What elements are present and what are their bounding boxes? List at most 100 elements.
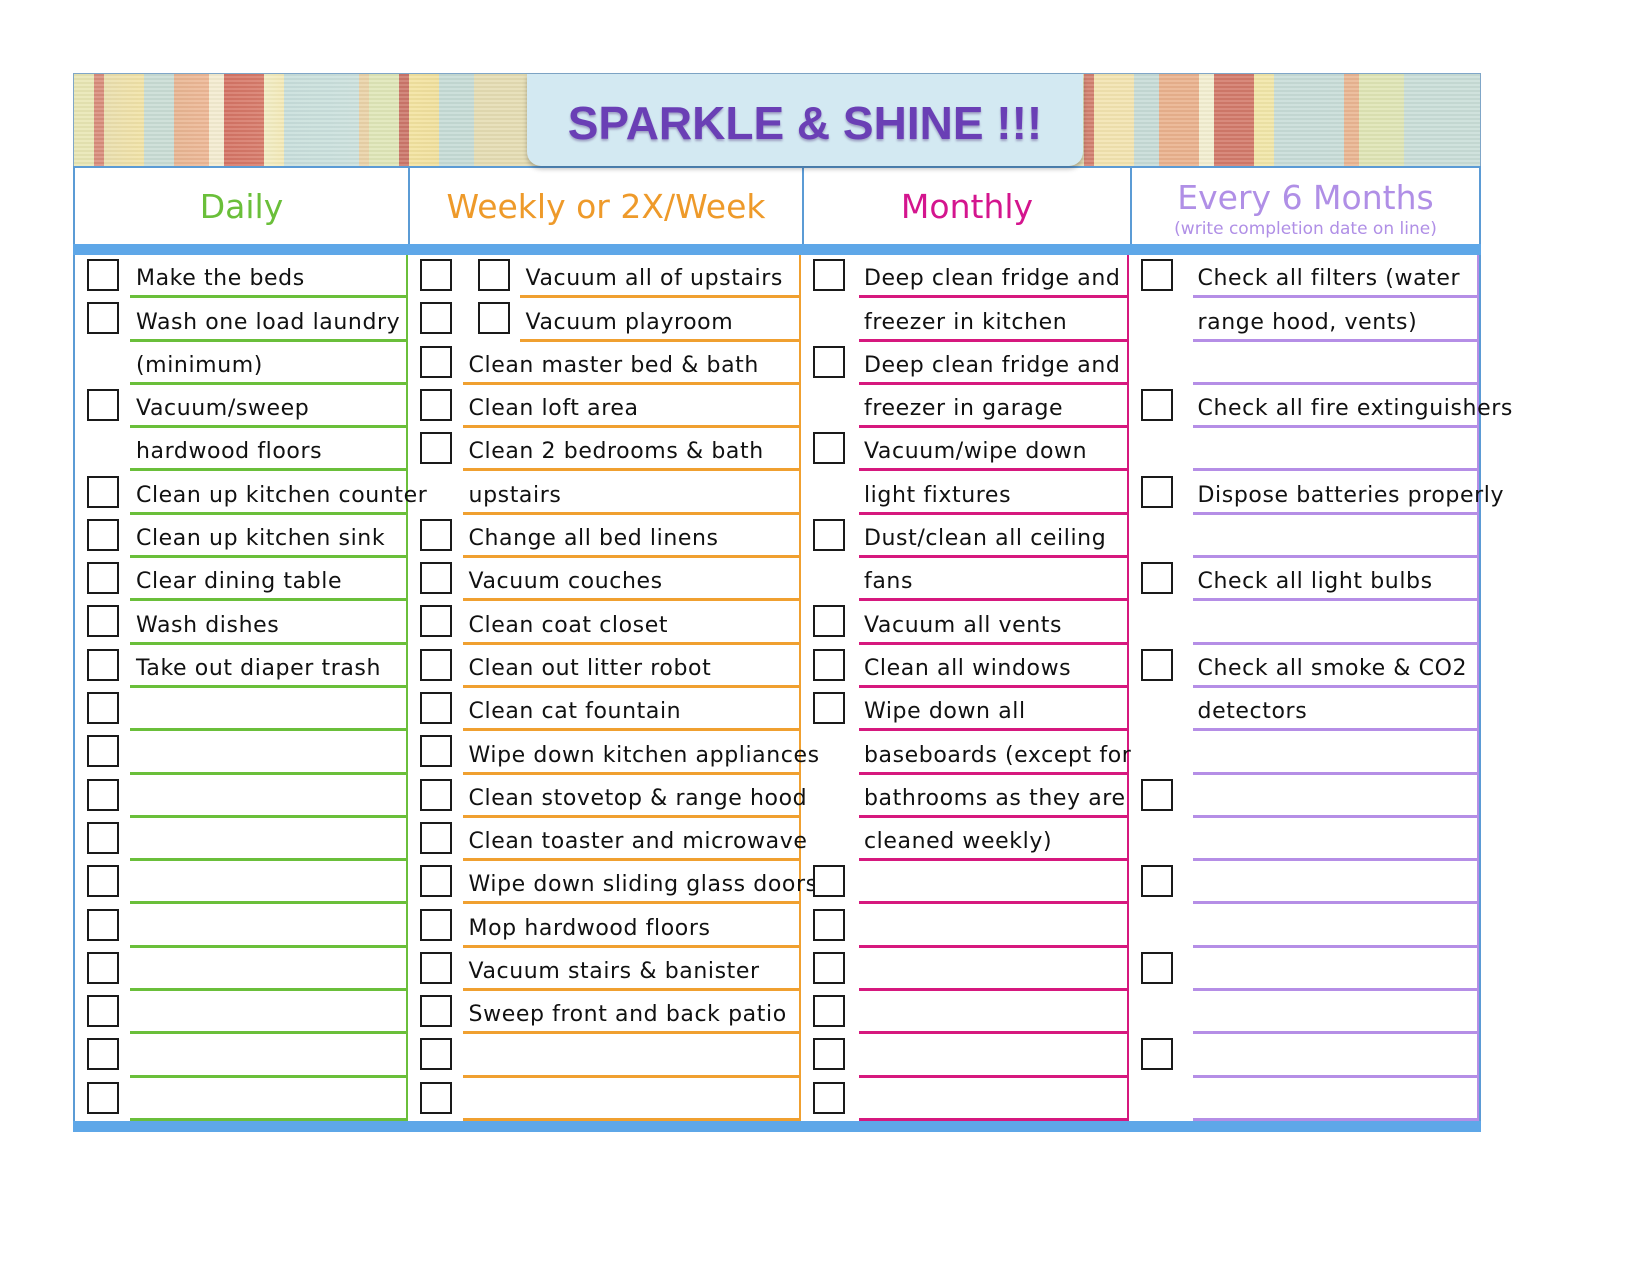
header-divider-bar bbox=[73, 244, 1481, 255]
checkbox[interactable] bbox=[1140, 648, 1173, 681]
checklist-row: Wipe down sliding glass doors bbox=[408, 861, 817, 905]
checkbox[interactable] bbox=[1140, 865, 1173, 898]
checkbox[interactable] bbox=[812, 1038, 845, 1071]
checklist-row: Wipe down kitchen appliances bbox=[408, 731, 819, 775]
header-monthly-title: Monthly bbox=[900, 186, 1034, 226]
checkbox[interactable] bbox=[812, 692, 845, 724]
checkbox[interactable] bbox=[419, 388, 452, 421]
checkbox[interactable] bbox=[87, 1081, 119, 1114]
task-label: (minimum) bbox=[136, 352, 263, 378]
checkbox[interactable] bbox=[419, 605, 452, 638]
task-label: Dust/clean all ceiling bbox=[863, 526, 1107, 552]
write-line[interactable] bbox=[462, 1117, 799, 1121]
task-label: upstairs bbox=[468, 482, 562, 508]
checkbox[interactable] bbox=[812, 432, 845, 465]
checklist-row: upstairs bbox=[408, 472, 799, 515]
checklist-row: Vacuum playroom bbox=[408, 298, 799, 342]
task-label: Dispose batteries properly bbox=[1197, 482, 1505, 508]
checklist-row bbox=[1129, 428, 1477, 472]
checklist-row: Dispose batteries properly bbox=[1129, 472, 1503, 515]
checkbox[interactable] bbox=[812, 951, 845, 984]
checkbox[interactable] bbox=[419, 432, 452, 465]
checkbox[interactable] bbox=[419, 648, 452, 681]
checkbox[interactable] bbox=[87, 995, 119, 1028]
checkbox[interactable] bbox=[812, 648, 845, 681]
checkbox[interactable] bbox=[87, 388, 119, 421]
task-label: hardwood floors bbox=[136, 439, 323, 465]
checkbox[interactable] bbox=[87, 908, 119, 941]
checkbox[interactable] bbox=[87, 475, 119, 508]
header-six-months-title: Every 6 Months bbox=[1177, 177, 1434, 217]
checkbox[interactable] bbox=[812, 345, 845, 378]
checkbox[interactable] bbox=[419, 692, 452, 724]
checkbox[interactable] bbox=[812, 908, 845, 941]
checkbox[interactable] bbox=[419, 995, 452, 1028]
checkbox[interactable] bbox=[87, 778, 119, 811]
checklist-row bbox=[801, 991, 1127, 1035]
checkbox[interactable] bbox=[87, 951, 119, 984]
header-weekly-title: Weekly or 2X/Week bbox=[446, 186, 766, 226]
write-line[interactable] bbox=[858, 1117, 1127, 1121]
checkbox[interactable] bbox=[419, 778, 452, 811]
checkbox[interactable] bbox=[1140, 778, 1173, 811]
checklist-row: Mop hardwood floors bbox=[408, 905, 799, 948]
checkbox[interactable] bbox=[1140, 951, 1173, 984]
write-line[interactable] bbox=[1192, 1117, 1477, 1121]
checkbox[interactable] bbox=[812, 1081, 845, 1114]
checkbox[interactable] bbox=[87, 605, 119, 638]
checkbox[interactable] bbox=[419, 345, 452, 378]
header-daily-title: Daily bbox=[199, 186, 284, 226]
checkbox[interactable] bbox=[1140, 562, 1173, 595]
checkbox[interactable] bbox=[812, 995, 845, 1028]
checkbox[interactable] bbox=[87, 562, 119, 595]
checkbox[interactable] bbox=[419, 821, 452, 854]
checklist-row bbox=[1129, 731, 1477, 775]
checkbox[interactable] bbox=[419, 259, 452, 291]
task-label: Clean out litter robot bbox=[468, 655, 712, 681]
checkbox[interactable] bbox=[419, 518, 452, 551]
checkbox[interactable] bbox=[87, 865, 119, 898]
checkbox[interactable] bbox=[87, 302, 119, 335]
checkbox-secondary[interactable] bbox=[477, 302, 510, 335]
checkbox[interactable] bbox=[419, 562, 452, 595]
checkbox[interactable] bbox=[87, 648, 119, 681]
checkbox[interactable] bbox=[812, 865, 845, 898]
checkbox[interactable] bbox=[87, 821, 119, 854]
task-label: Clean up kitchen counter bbox=[136, 482, 428, 508]
checkbox[interactable] bbox=[87, 518, 119, 551]
checkbox[interactable] bbox=[1140, 475, 1173, 508]
checkbox[interactable] bbox=[87, 1038, 119, 1071]
checklist-row: baseboards (except for bbox=[801, 731, 1131, 775]
task-label: Check all fire extinguishers bbox=[1197, 396, 1513, 422]
checklist-row bbox=[1129, 991, 1477, 1035]
checkbox[interactable] bbox=[1140, 259, 1173, 291]
checkbox[interactable] bbox=[1140, 1038, 1173, 1071]
checkbox-secondary[interactable] bbox=[477, 259, 510, 291]
checkbox[interactable] bbox=[419, 865, 452, 898]
checkbox[interactable] bbox=[87, 259, 119, 291]
checkbox[interactable] bbox=[1140, 388, 1173, 421]
task-label: cleaned weekly) bbox=[863, 829, 1053, 855]
checkbox[interactable] bbox=[419, 1038, 452, 1071]
checklist-row bbox=[75, 948, 406, 992]
task-label: Deep clean fridge and bbox=[863, 352, 1121, 378]
checklist-row: (minimum) bbox=[75, 342, 406, 385]
checkbox[interactable] bbox=[812, 605, 845, 638]
checklist-row bbox=[1129, 1034, 1477, 1078]
checklist-row: Vacuum stairs & banister bbox=[408, 948, 799, 992]
checkbox[interactable] bbox=[419, 735, 452, 768]
checkbox[interactable] bbox=[812, 259, 845, 291]
checklist-row bbox=[75, 775, 406, 818]
task-label: baseboards (except for bbox=[863, 742, 1132, 768]
checkbox[interactable] bbox=[419, 302, 452, 335]
checkbox[interactable] bbox=[87, 692, 119, 724]
checklist-row: Wash one load laundry bbox=[75, 298, 406, 342]
checkbox[interactable] bbox=[419, 1081, 452, 1114]
checkbox[interactable] bbox=[419, 908, 452, 941]
task-label: Vacuum stairs & banister bbox=[468, 959, 760, 985]
checkbox[interactable] bbox=[812, 518, 845, 551]
checkbox[interactable] bbox=[87, 735, 119, 768]
checkbox[interactable] bbox=[419, 951, 452, 984]
write-line[interactable] bbox=[130, 1117, 406, 1121]
task-label: Deep clean fridge and bbox=[863, 266, 1121, 292]
